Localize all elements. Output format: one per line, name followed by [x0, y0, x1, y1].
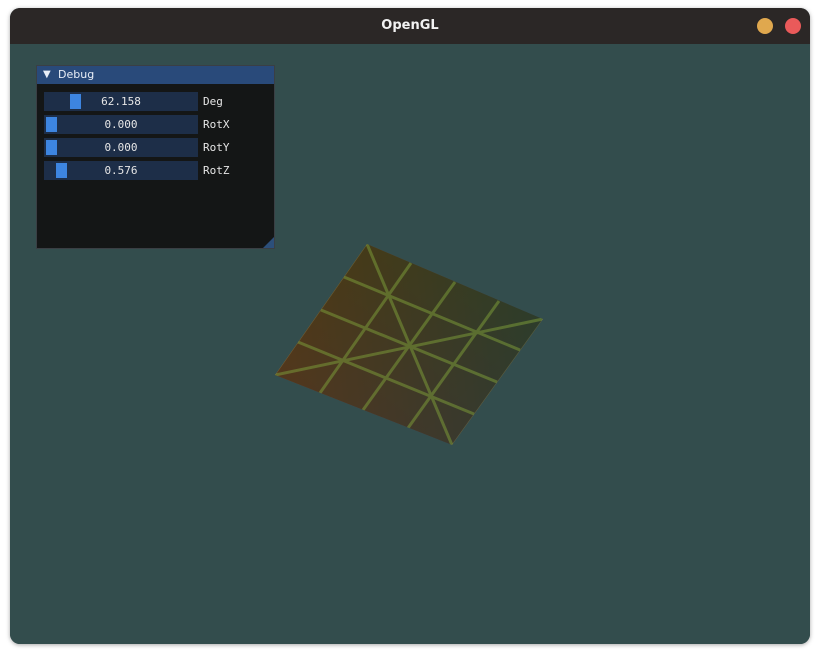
- deg-slider-label: Deg: [203, 95, 223, 108]
- rotx-slider-label: RotX: [203, 118, 230, 131]
- slider-row-deg: 62.158 Deg: [44, 92, 274, 111]
- debug-panel-header[interactable]: ▼ Debug: [37, 66, 274, 84]
- deg-slider[interactable]: 62.158: [44, 92, 198, 111]
- roty-slider[interactable]: 0.000: [44, 138, 198, 157]
- rotz-slider-value: 0.576: [104, 164, 138, 177]
- slider-row-rotx: 0.000 RotX: [44, 115, 274, 134]
- minimize-button[interactable]: [757, 18, 773, 34]
- rotz-slider[interactable]: 0.576: [44, 161, 198, 180]
- triangle-down-icon[interactable]: ▼: [43, 66, 51, 84]
- title-bar[interactable]: OpenGL: [10, 8, 810, 44]
- roty-slider-label: RotY: [203, 141, 230, 154]
- app-window: OpenGL ▼ Debug 62.158 Deg 0.000 RotX 0.0…: [10, 8, 810, 644]
- resize-grip-icon[interactable]: [263, 237, 274, 248]
- close-button[interactable]: [785, 18, 801, 34]
- rotz-slider-label: RotZ: [203, 164, 230, 177]
- rotx-slider-value: 0.000: [104, 118, 138, 131]
- debug-panel[interactable]: ▼ Debug 62.158 Deg 0.000 RotX 0.000 RotY: [36, 65, 275, 249]
- debug-panel-title: Debug: [58, 68, 95, 81]
- slider-row-rotz: 0.576 RotZ: [44, 161, 274, 180]
- rotx-slider[interactable]: 0.000: [44, 115, 198, 134]
- window-title: OpenGL: [381, 18, 439, 33]
- deg-slider-value: 62.158: [101, 95, 141, 108]
- roty-slider-value: 0.000: [104, 141, 138, 154]
- slider-row-roty: 0.000 RotY: [44, 138, 274, 157]
